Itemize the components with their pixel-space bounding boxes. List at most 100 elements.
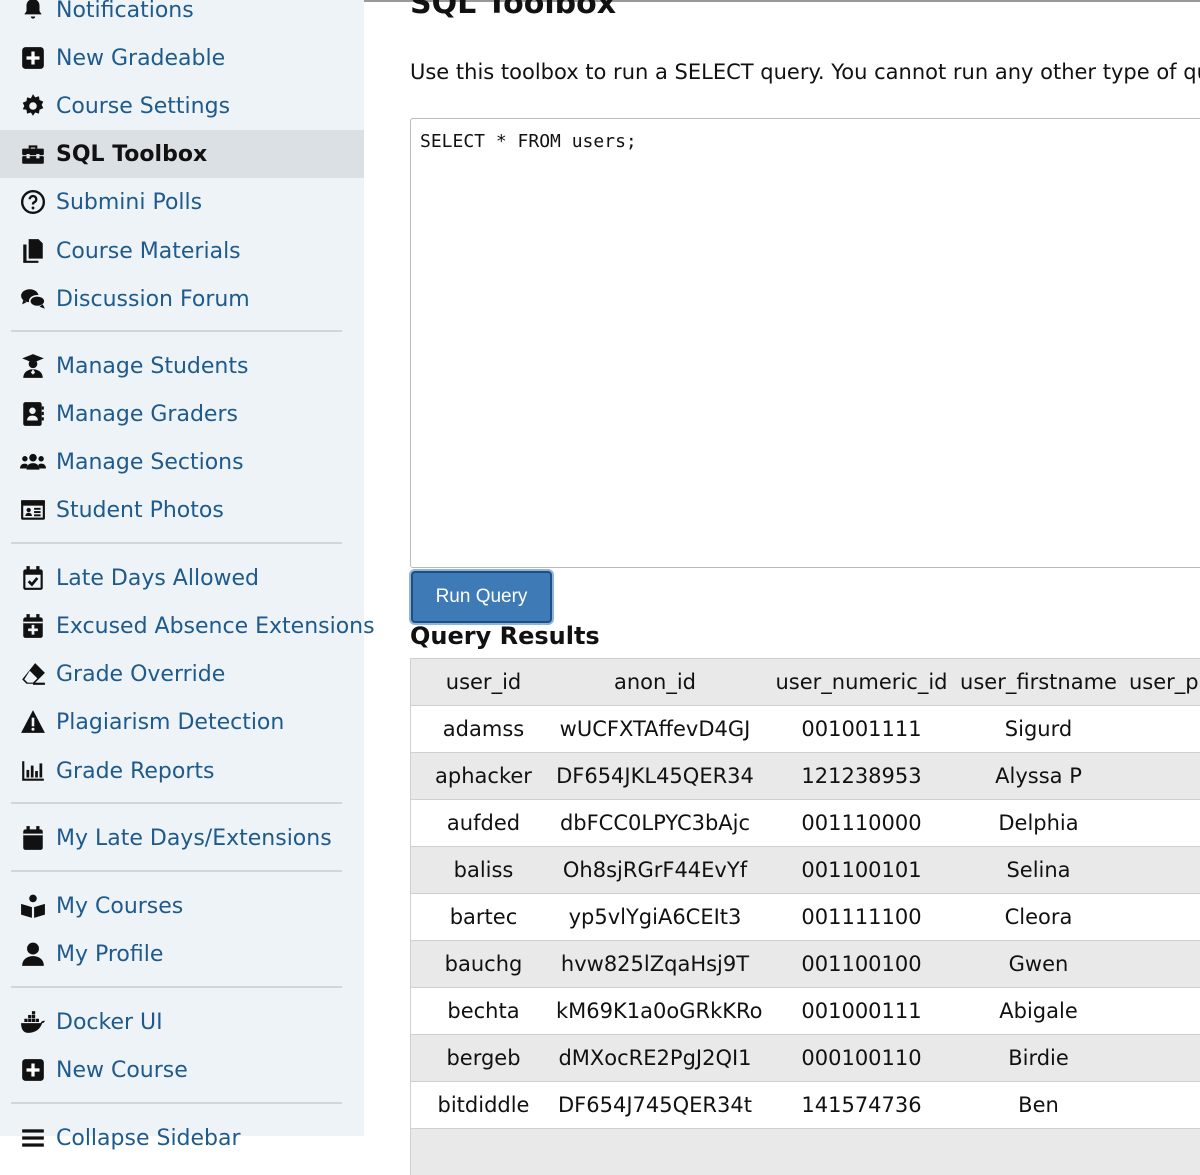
sidebar-item-grade-override[interactable]: Grade Override — [0, 650, 364, 698]
cell-anon-id: DF654JKL45QER34 — [556, 764, 754, 788]
cell-user-id: bergeb — [446, 1046, 521, 1070]
cell-user-firstname: Selina — [1006, 858, 1071, 882]
sql-query-input[interactable]: SELECT * FROM users; — [410, 118, 1200, 568]
sidebar-divider — [11, 1102, 342, 1104]
table-row: bauchg hvw825lZqaHsj9T 001100100 Gwen — [410, 940, 1200, 987]
cell-user-firstname: Delphia — [998, 811, 1079, 835]
table-row: aufded dbFCC0LPYC3bAjc 001110000 Delphia — [410, 799, 1200, 846]
table-row: bergeb dMXocRE2PgJ2QI1 000100110 Birdie — [410, 1034, 1200, 1081]
cell-anon-id: hvw825lZqaHsj9T — [560, 952, 750, 976]
column-header: user_id — [445, 670, 522, 694]
table-row — [410, 1128, 1200, 1175]
sidebar-item-label: Course Settings — [56, 93, 231, 119]
book-reader-icon — [19, 892, 47, 920]
toolbox-icon — [19, 140, 47, 168]
sidebar-item-student-photos[interactable]: Student Photos — [0, 486, 364, 534]
sidebar-divider — [11, 986, 342, 988]
cell-user-numeric-id: 001111100 — [801, 905, 922, 929]
table-row: bitdiddle DF654J745QER34t 141574736 Ben — [410, 1081, 1200, 1128]
sidebar-item-label: Manage Sections — [56, 449, 244, 475]
user-graduate-icon — [19, 352, 47, 380]
sidebar-item-label: My Profile — [56, 941, 164, 967]
column-header: anon_id — [613, 670, 696, 694]
sidebar-item-label: Docker UI — [56, 1009, 163, 1035]
sidebar-divider — [11, 542, 342, 544]
sidebar-item-label: Grade Reports — [56, 758, 215, 784]
sidebar-item-new-gradeable[interactable]: New Gradeable — [0, 34, 364, 82]
cell-user-numeric-id: 121238953 — [801, 764, 922, 788]
sidebar-item-label: New Gradeable — [56, 45, 226, 71]
cell-user-id: bechta — [447, 999, 520, 1023]
cell-user-numeric-id: 001110000 — [801, 811, 922, 835]
table-row: aphacker DF654JKL45QER34 121238953 Alyss… — [410, 752, 1200, 799]
sidebar-item-my-courses[interactable]: My Courses — [0, 882, 364, 930]
sidebar-item-new-course[interactable]: New Course — [0, 1046, 364, 1094]
table-row: baliss Oh8sjRGrF44EvYf 001100101 Selina — [410, 846, 1200, 893]
cell-user-numeric-id: 001100101 — [801, 858, 922, 882]
copy-icon — [19, 237, 47, 265]
sidebar-item-sql-toolbox[interactable]: SQL Toolbox — [0, 130, 364, 178]
sidebar-item-my-late-days-extensions[interactable]: My Late Days/Extensions — [0, 814, 364, 862]
sidebar-item-collapse-sidebar[interactable]: Collapse Sidebar — [0, 1114, 364, 1162]
sidebar-item-manage-graders[interactable]: Manage Graders — [0, 390, 364, 438]
sidebar-item-docker-ui[interactable]: Docker UI — [0, 998, 364, 1046]
id-card-icon — [19, 496, 47, 524]
users-icon — [19, 448, 47, 476]
main-content: SQL Toolbox Use this toolbox to run a SE… — [364, 0, 1200, 1175]
cell-user-firstname: Cleora — [1004, 905, 1073, 929]
sidebar-item-discussion-forum[interactable]: Discussion Forum — [0, 275, 364, 323]
sidebar-item-plagiarism-detection[interactable]: Plagiarism Detection — [0, 698, 364, 746]
chart-bar-icon — [19, 757, 47, 785]
sidebar-item-label: Excused Absence Extensions — [56, 613, 375, 639]
sidebar-item-label: My Courses — [56, 893, 184, 919]
sidebar-item-grade-reports[interactable]: Grade Reports — [0, 747, 364, 795]
run-query-button[interactable]: Run Query — [411, 571, 552, 623]
column-header: user_pr — [1129, 670, 1200, 694]
cell-anon-id: Oh8sjRGrF44EvYf — [562, 858, 748, 882]
cell-user-numeric-id: 001100100 — [801, 952, 922, 976]
cell-user-firstname: Sigurd — [1004, 717, 1073, 741]
table-header-row: user_id anon_id user_numeric_id user_fir… — [410, 658, 1200, 705]
cell-user-numeric-id: 000100110 — [801, 1046, 922, 1070]
sidebar-item-manage-students[interactable]: Manage Students — [0, 342, 364, 390]
sidebar-item-course-settings[interactable]: Course Settings — [0, 82, 364, 130]
sidebar-item-manage-sections[interactable]: Manage Sections — [0, 438, 364, 486]
sidebar-item-label: Course Materials — [56, 238, 241, 264]
sidebar-item-label: Late Days Allowed — [56, 565, 260, 591]
sidebar-item-submini-polls[interactable]: Submini Polls — [0, 178, 364, 226]
question-circle-icon — [19, 188, 47, 216]
bell-icon — [19, 0, 47, 24]
cell-user-id: bartec — [449, 905, 518, 929]
sidebar-item-label: Discussion Forum — [56, 286, 250, 312]
sidebar-item-course-materials[interactable]: Course Materials — [0, 227, 364, 275]
calendar-check-icon — [19, 564, 47, 592]
cell-anon-id: kM69K1a0oGRkKRo — [556, 999, 763, 1023]
cell-anon-id: dMXocRE2PgJ2QI1 — [558, 1046, 752, 1070]
plus-square-icon — [19, 1056, 47, 1084]
sidebar-item-label: Notifications — [56, 0, 194, 23]
cell-anon-id: dbFCC0LPYC3bAjc — [559, 811, 751, 835]
cell-user-firstname: Alyssa P — [995, 764, 1082, 788]
intro-text: Use this toolbox to run a SELECT query. … — [410, 60, 1200, 84]
sidebar-item-label: Manage Graders — [56, 401, 238, 427]
calendar-icon — [19, 824, 47, 852]
sidebar-item-label: New Course — [56, 1057, 188, 1083]
cell-user-id: baliss — [453, 858, 514, 882]
cell-user-id: bauchg — [444, 952, 523, 976]
address-book-icon — [19, 400, 47, 428]
user-icon — [19, 940, 47, 968]
cell-anon-id: yp5vlYgiA6CEIt3 — [568, 905, 742, 929]
gear-icon — [19, 92, 47, 120]
docker-icon — [19, 1008, 47, 1036]
warning-icon — [19, 708, 47, 736]
sidebar-divider — [11, 870, 342, 872]
sidebar-item-label: Collapse Sidebar — [56, 1125, 241, 1151]
cell-anon-id: DF654J745QER34t — [558, 1093, 752, 1117]
sidebar-item-my-profile[interactable]: My Profile — [0, 930, 364, 978]
sidebar-item-label: SQL Toolbox — [56, 141, 208, 167]
sidebar-item-label: Submini Polls — [56, 189, 203, 215]
sidebar-item-notifications[interactable]: Notifications — [0, 0, 364, 34]
sidebar-item-excused-absence-extensions[interactable]: Excused Absence Extensions — [0, 602, 375, 650]
cell-user-numeric-id: 001000111 — [801, 999, 922, 1023]
sidebar-item-late-days-allowed[interactable]: Late Days Allowed — [0, 554, 364, 602]
